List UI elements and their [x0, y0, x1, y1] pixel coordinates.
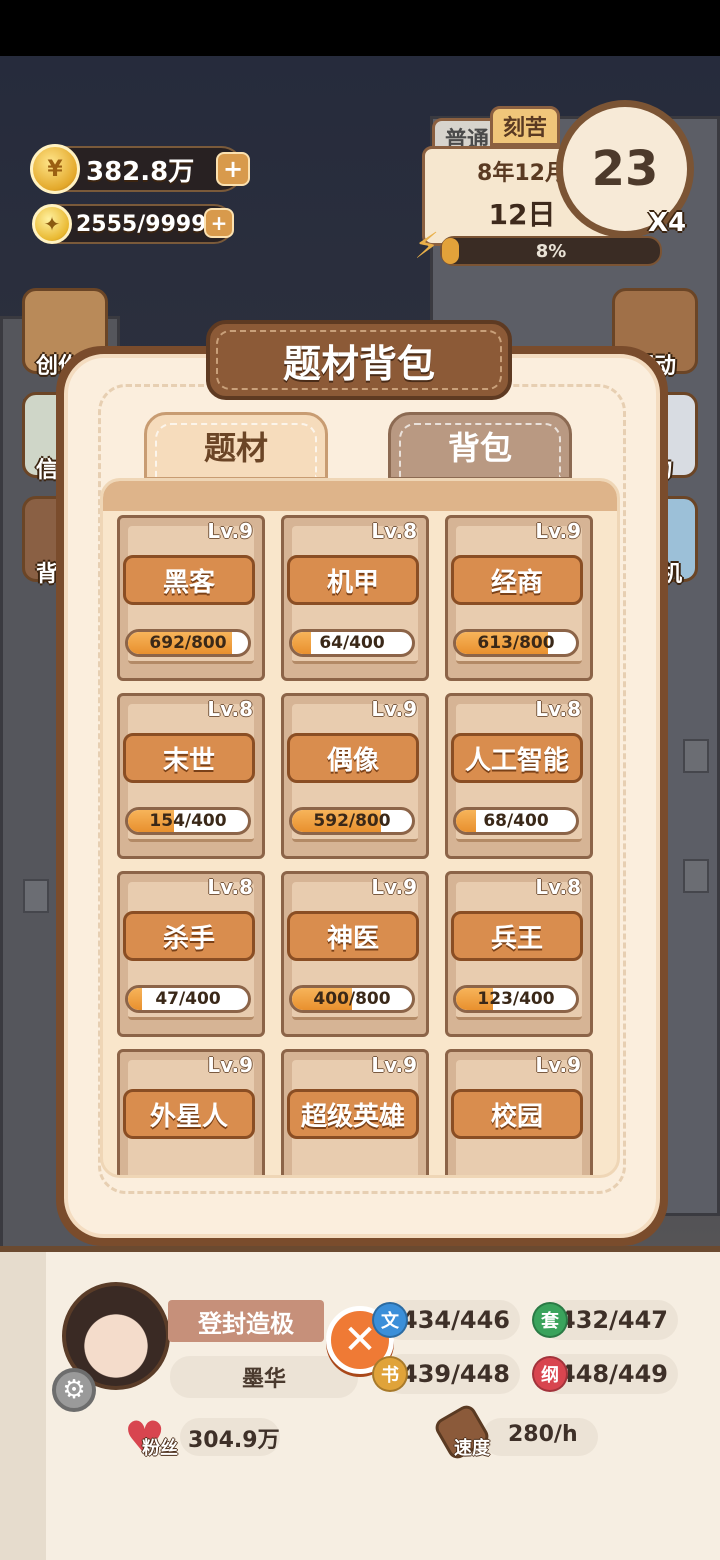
rank-ribbon: 登封造极: [168, 1300, 324, 1342]
topic-level: Lv.9: [371, 875, 417, 899]
topic-progress-bar: 47/400: [125, 985, 251, 1013]
topic-level: Lv.9: [207, 519, 253, 543]
topic-card[interactable]: Lv.9 黑客 692/800: [117, 515, 265, 681]
tab-topics[interactable]: 题材: [144, 412, 328, 480]
topic-name: 杀手: [123, 911, 255, 961]
stat-shu-icon: 书: [372, 1356, 408, 1392]
topic-level: Lv.8: [371, 519, 417, 543]
day-progress-bar: 8%: [440, 236, 662, 266]
topic-card[interactable]: Lv.9 校园: [445, 1049, 593, 1175]
topic-level: Lv.9: [535, 1053, 581, 1077]
topic-name: 校园: [451, 1089, 583, 1139]
topic-grid: Lv.9 黑客 692/800 Lv.8 机甲 64/400 Lv.9 经商 613/800 Lv…: [100, 478, 620, 1178]
topic-card[interactable]: Lv.9 超级英雄: [281, 1049, 429, 1175]
topic-name: 神医: [287, 911, 419, 961]
tab-bag-label: 背包: [447, 429, 512, 467]
add-inspiration-button[interactable]: +: [204, 208, 234, 238]
coin-icon: ¥: [30, 144, 80, 194]
topic-level: Lv.8: [535, 875, 581, 899]
topic-progress-text: 400/800: [313, 989, 391, 1009]
coin-value: 382.8万: [86, 156, 195, 187]
topic-progress-bar: 692/800: [125, 629, 251, 657]
fans-value: 304.9万: [188, 1428, 280, 1453]
topic-name: 外星人: [123, 1089, 255, 1139]
topic-level: Lv.8: [207, 697, 253, 721]
player-name: 墨华: [170, 1356, 358, 1398]
topic-name: 兵王: [451, 911, 583, 961]
inspiration-value: 2555/9999: [76, 211, 207, 237]
topic-progress-bar: 64/400: [289, 629, 415, 657]
topic-name: 人工智能: [451, 733, 583, 783]
add-coins-button[interactable]: +: [216, 152, 250, 186]
lightbulb-icon: ✦: [32, 204, 72, 244]
topic-progress-text: 613/800: [477, 633, 555, 653]
gear-icon[interactable]: ⚙: [52, 1368, 96, 1412]
topic-name: 超级英雄: [287, 1089, 419, 1139]
topic-card[interactable]: Lv.8 机甲 64/400: [281, 515, 429, 681]
day-progress-text: 8%: [535, 240, 567, 262]
topic-progress-text: 123/400: [477, 989, 555, 1009]
topic-progress-text: 154/400: [149, 811, 227, 831]
topic-card[interactable]: Lv.8 人工智能 68/400: [445, 693, 593, 859]
topic-progress-bar: 123/400: [453, 985, 579, 1013]
topic-card[interactable]: Lv.9 神医 400/800: [281, 871, 429, 1037]
topic-level: Lv.8: [535, 697, 581, 721]
topic-level: Lv.9: [371, 697, 417, 721]
speed-multiplier[interactable]: X4: [648, 208, 686, 238]
fans-label: 粉丝: [142, 1438, 178, 1459]
clock-value: 23: [591, 141, 659, 197]
topic-progress-bar: 400/800: [289, 985, 415, 1013]
topic-card[interactable]: Lv.8 兵王 123/400: [445, 871, 593, 1037]
topic-level: Lv.9: [535, 519, 581, 543]
topic-card[interactable]: Lv.9 偶像 592/800: [281, 693, 429, 859]
topic-progress-bar: 154/400: [125, 807, 251, 835]
topic-name: 机甲: [287, 555, 419, 605]
topic-progress-text: 592/800: [313, 811, 391, 831]
lightning-icon[interactable]: ⚡: [414, 226, 439, 267]
topic-name: 末世: [123, 733, 255, 783]
topic-progress-text: 64/400: [319, 633, 385, 653]
coin-counter: ¥ 382.8万 +: [30, 144, 250, 194]
topic-level: Lv.8: [207, 875, 253, 899]
topic-progress-bar: 592/800: [289, 807, 415, 835]
modal-title: 题材背包: [282, 341, 435, 386]
mode-hard-tab[interactable]: 刻苦: [490, 106, 560, 146]
topic-level: Lv.9: [371, 1053, 417, 1077]
tab-topics-label: 题材: [203, 429, 268, 467]
topic-level: Lv.9: [207, 1053, 253, 1077]
topic-progress-bar: 68/400: [453, 807, 579, 835]
topic-name: 经商: [451, 555, 583, 605]
inspiration-counter: ✦ 2555/9999 +: [32, 204, 234, 244]
topic-progress-text: 68/400: [483, 811, 549, 831]
topic-progress-text: 47/400: [155, 989, 221, 1009]
speed-label: 速度: [454, 1438, 490, 1459]
topic-name: 黑客: [123, 555, 255, 605]
side-label-bag: 背: [36, 562, 59, 587]
topic-card[interactable]: Lv.9 外星人: [117, 1049, 265, 1175]
speed-value: 280/h: [508, 1422, 578, 1447]
topic-card[interactable]: Lv.9 经商 613/800: [445, 515, 593, 681]
topic-name: 偶像: [287, 733, 419, 783]
tab-bag[interactable]: 背包: [388, 412, 572, 480]
side-label-letter: 信: [36, 458, 59, 483]
topic-progress-text: 692/800: [149, 633, 227, 653]
status-bar: [0, 0, 720, 56]
topic-card[interactable]: Lv.8 杀手 47/400: [117, 871, 265, 1037]
topic-progress-bar: 613/800: [453, 629, 579, 657]
topic-card[interactable]: Lv.8 末世 154/400: [117, 693, 265, 859]
stat-wen-icon: 文: [372, 1302, 408, 1338]
modal-title-plate: 题材背包: [206, 320, 512, 400]
stat-tao-icon: 套: [532, 1302, 568, 1338]
stat-gang-icon: 纲: [532, 1356, 568, 1392]
